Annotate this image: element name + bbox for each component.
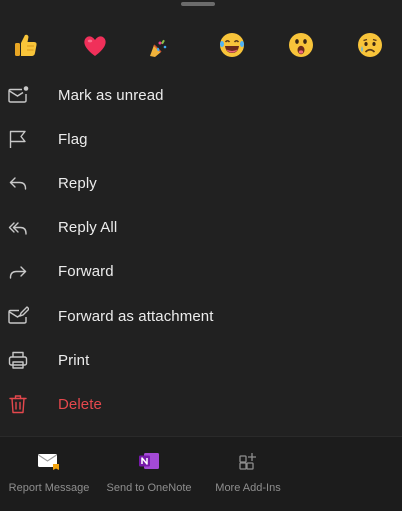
reaction-heart[interactable]: [76, 26, 114, 64]
forward-icon: [0, 261, 58, 283]
flag-item[interactable]: Flag: [0, 117, 402, 161]
send-to-onenote-button[interactable]: Send to OneNote: [106, 449, 192, 505]
drag-handle[interactable]: [181, 2, 215, 6]
mark-as-unread-label: Mark as unread: [58, 86, 164, 104]
report-message-icon: [37, 449, 61, 473]
reply-all-icon: [0, 217, 58, 239]
thumbs-up-icon: [15, 34, 37, 56]
reply-all-label: Reply All: [58, 219, 118, 237]
mark-as-unread-item[interactable]: Mark as unread: [0, 73, 402, 117]
more-add-ins-label: More Add-Ins: [215, 482, 281, 494]
print-label: Print: [58, 351, 90, 369]
party-popper-icon: [150, 39, 167, 57]
delete-item[interactable]: Delete: [0, 382, 402, 426]
addins-bar: Report Message Send to OneNote More Add-…: [0, 436, 402, 511]
flag-icon: [0, 128, 58, 150]
delete-label: Delete: [58, 395, 102, 413]
report-message-label: Report Message: [8, 482, 90, 494]
mail-attachment-icon: [0, 305, 58, 327]
more-add-ins-button[interactable]: More Add-Ins: [214, 449, 282, 505]
add-apps-icon: [238, 449, 258, 473]
printer-icon: [0, 349, 58, 371]
trash-icon: [0, 393, 58, 415]
onenote-icon: [138, 449, 160, 473]
mail-unread-icon: [0, 84, 58, 106]
forward-item[interactable]: Forward: [0, 250, 402, 294]
reaction-party[interactable]: [140, 26, 178, 64]
send-to-onenote-label: Send to OneNote: [106, 482, 192, 494]
reaction-laugh[interactable]: [213, 26, 251, 64]
print-item[interactable]: Print: [0, 338, 402, 382]
reaction-sad[interactable]: [351, 26, 389, 64]
reply-icon: [0, 172, 58, 194]
message-actions-menu: Mark as unread Flag Reply Reply All Forw…: [0, 73, 402, 427]
reaction-bar: [0, 26, 402, 64]
sad-face-icon: [358, 33, 382, 57]
forward-as-attachment-item[interactable]: Forward as attachment: [0, 294, 402, 338]
report-message-button[interactable]: Report Message: [9, 449, 89, 505]
heart-icon: [84, 36, 106, 56]
reaction-surprised[interactable]: [282, 26, 320, 64]
forward-label: Forward: [58, 263, 114, 281]
reaction-thumbs-up[interactable]: [7, 26, 45, 64]
reply-item[interactable]: Reply: [0, 161, 402, 205]
laughing-face-icon: [220, 33, 244, 57]
reply-label: Reply: [58, 174, 97, 192]
forward-as-attachment-label: Forward as attachment: [58, 307, 214, 325]
flag-label: Flag: [58, 130, 88, 148]
surprised-face-icon: [289, 33, 313, 57]
reply-all-item[interactable]: Reply All: [0, 206, 402, 250]
